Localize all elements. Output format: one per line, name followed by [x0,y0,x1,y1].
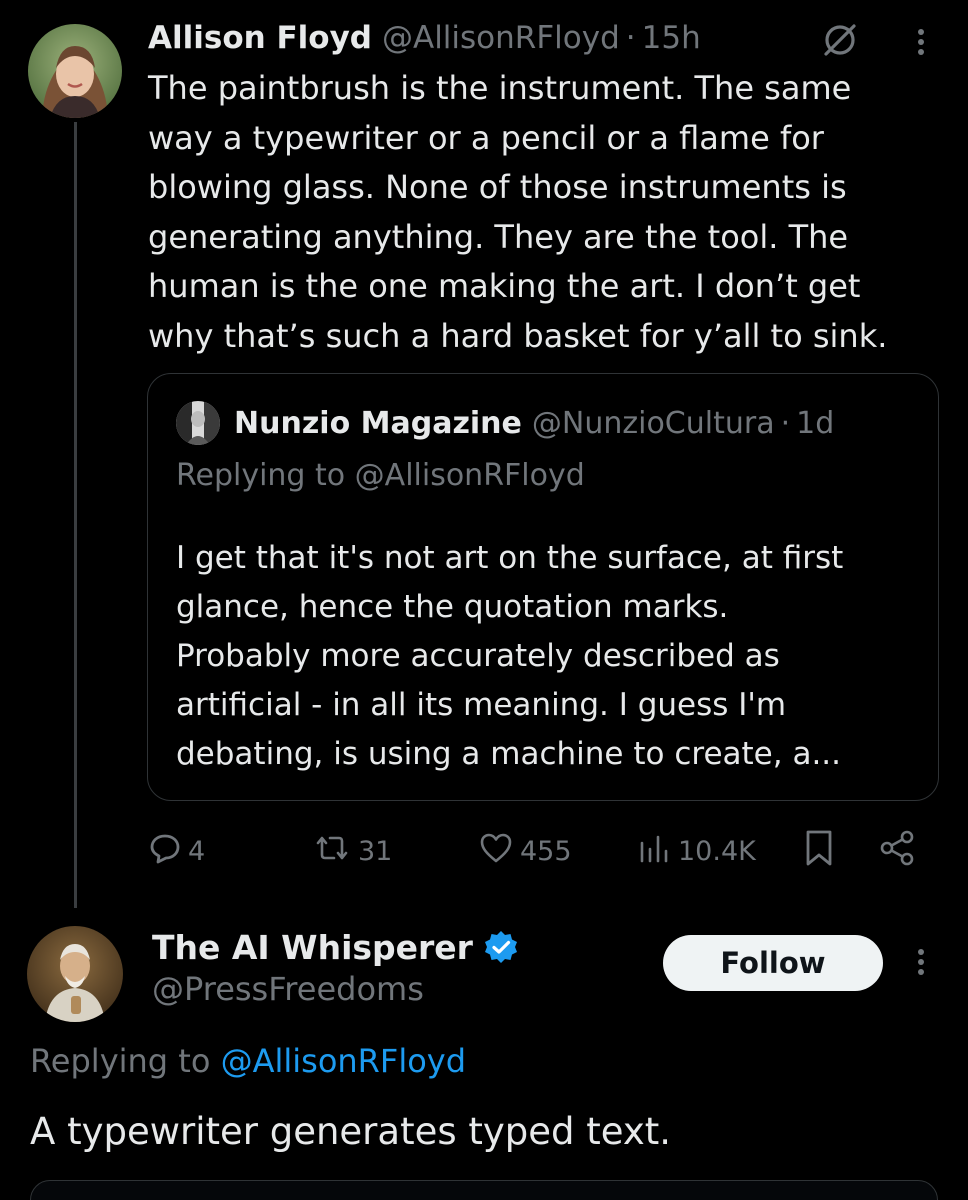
author-handle[interactable]: @AllisonRFloyd [382,20,620,56]
quote-timestamp: 1d [796,405,835,441]
separator: · [625,20,636,56]
reply-header: The AI Whisperer [152,922,519,972]
bookmark-icon [802,828,842,875]
views-count: 10.4K [678,835,756,867]
action-bar: 4 31 455 10.4K [148,826,928,876]
quote-author-handle[interactable]: @NunzioCultura [532,406,775,441]
embedded-card[interactable] [30,1180,938,1200]
replying-to: Replying to @AllisonRFloyd [30,1042,466,1080]
quoted-tweet-card[interactable]: Nunzio Magazine @NunzioCultura · 1d Repl… [147,373,939,801]
reply-author-name[interactable]: The AI Whisperer [152,928,473,967]
timestamp[interactable]: 15h [642,20,701,56]
verified-badge-icon[interactable] [483,929,519,965]
quote-header: Nunzio Magazine @NunzioCultura · 1d [176,400,834,446]
share-icon [878,829,922,874]
author-name[interactable]: Allison Floyd [148,20,372,56]
views-icon [636,831,678,872]
quote-text: I get that it's not art on the surface, … [176,540,844,772]
reply-text: A typewriter generates typed text. [30,1110,672,1153]
repost-button[interactable]: 31 [312,826,392,876]
reply-icon [148,831,188,872]
more-icon[interactable] [906,942,936,982]
reply-button[interactable]: 4 [148,826,205,876]
repost-icon [312,831,358,872]
tweet-header: Allison Floyd @AllisonRFloyd · 15h [148,14,701,62]
replying-prefix: Replying to [30,1042,221,1080]
separator: · [780,405,791,441]
quote-replying-to: Replying to @AllisonRFloyd [176,458,585,493]
avatar[interactable] [27,926,123,1022]
thread-connector-line [74,122,77,908]
follow-button[interactable]: Follow [663,935,883,991]
like-icon [478,831,520,872]
quote-avatar [176,401,220,445]
avatar[interactable] [28,24,122,118]
tweet-text: The paintbrush is the instrument. The sa… [148,69,888,355]
like-button[interactable]: 455 [478,826,572,876]
views-button[interactable]: 10.4K [636,826,756,876]
more-icon[interactable] [906,22,936,62]
like-count: 455 [520,835,572,867]
reply-count: 4 [188,835,206,867]
share-button[interactable] [878,826,922,876]
quote-author-name[interactable]: Nunzio Magazine [234,406,522,441]
mention-link[interactable]: @AllisonRFloyd [221,1042,466,1080]
bookmark-button[interactable] [802,826,842,876]
repost-count: 31 [358,835,393,867]
reply-author-handle[interactable]: @PressFreedoms [152,970,424,1008]
grok-icon[interactable] [820,20,860,60]
